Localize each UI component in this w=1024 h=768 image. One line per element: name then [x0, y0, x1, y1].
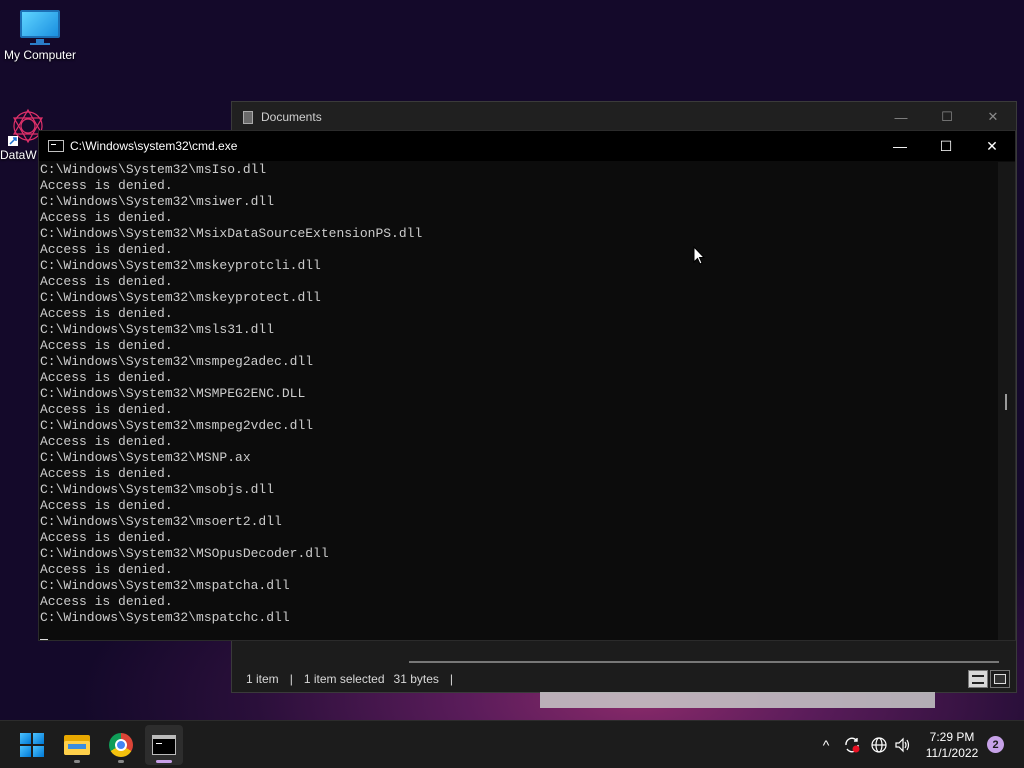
taskbar: ^ 7:29 PM 11/1/2022 2	[0, 720, 1024, 768]
console-line: C:\Windows\System32\mskeyprotect.dll	[40, 290, 321, 305]
maximize-button[interactable]: ☐	[924, 102, 970, 132]
background-dialog	[540, 692, 935, 708]
terminal-icon	[152, 735, 176, 755]
desktop-icon-my-computer[interactable]: My Computer	[0, 10, 80, 62]
item-count: 1 item	[246, 672, 279, 686]
folder-icon	[64, 735, 90, 755]
console-line: Access is denied.	[40, 594, 173, 609]
close-button[interactable]: ✕	[969, 131, 1015, 161]
window-title: C:\Windows\system32\cmd.exe	[70, 139, 238, 153]
console-line: Access is denied.	[40, 178, 173, 193]
status-bar: 1 item | 1 item selected 31 bytes |	[232, 666, 1016, 692]
console-line: C:\Windows\System32\mskeyprotcli.dll	[40, 258, 321, 273]
taskbar-chrome[interactable]	[102, 725, 140, 765]
selection-count: 1 item selected	[303, 672, 385, 686]
console-line: C:\Windows\System32\msmpeg2adec.dll	[40, 354, 314, 369]
mouse-cursor-icon	[693, 246, 705, 265]
taskbar-terminal[interactable]	[145, 725, 183, 765]
console-line: Access is denied.	[40, 562, 173, 577]
taskbar-clock[interactable]: 7:29 PM 11/1/2022	[922, 729, 982, 761]
clock-time: 7:29 PM	[929, 730, 975, 744]
text-cursor	[40, 639, 48, 640]
console-line: C:\Windows\System32\msIso.dll	[40, 162, 267, 177]
show-hidden-icons-chevron-icon[interactable]: ^	[816, 735, 836, 755]
cmd-title-bar[interactable]: C:\Windows\system32\cmd.exe — ☐ ✕	[39, 131, 1015, 161]
console-line: C:\Windows\System32\MSMPEG2ENC.DLL	[40, 386, 306, 401]
clock-date: 11/1/2022	[925, 746, 979, 760]
console-line: Access is denied.	[40, 306, 173, 321]
window-title: Documents	[261, 110, 322, 124]
close-button[interactable]: ✕	[970, 102, 1016, 132]
notification-badge[interactable]: 2	[987, 736, 1004, 753]
chrome-icon	[109, 733, 133, 757]
console-line: C:\Windows\System32\MSNP.ax	[40, 450, 251, 465]
network-globe-icon[interactable]	[869, 735, 889, 755]
console-line: C:\Windows\System32\msobjs.dll	[40, 482, 275, 497]
volume-icon[interactable]	[893, 735, 913, 755]
console-line: C:\Windows\System32\msmpeg2vdec.dll	[40, 418, 314, 433]
minimize-button[interactable]: —	[877, 131, 923, 161]
console-line: Access is denied.	[40, 242, 173, 257]
status-separator: |	[289, 672, 293, 686]
preview-view-button[interactable]	[990, 670, 1010, 688]
active-indicator	[156, 760, 172, 763]
document-icon	[243, 110, 253, 124]
console-line: C:\Windows\System32\MsixDataSourceExtens…	[40, 226, 423, 241]
console-line: Access is denied.	[40, 402, 173, 417]
maximize-button[interactable]: ☐	[923, 131, 969, 161]
details-view-button[interactable]	[968, 670, 988, 688]
console-line: Access is denied.	[40, 274, 173, 289]
console-prompt-line	[40, 626, 999, 640]
selection-size: 31 bytes	[393, 672, 439, 686]
console-line: Access is denied.	[40, 466, 173, 481]
cmd-window[interactable]: C:\Windows\system32\cmd.exe — ☐ ✕ C:\Win…	[38, 130, 1016, 641]
horizontal-scrollbar[interactable]	[409, 661, 999, 663]
taskbar-file-explorer[interactable]	[58, 725, 96, 765]
status-separator: |	[449, 672, 454, 686]
console-line: Access is denied.	[40, 498, 173, 513]
preview-view-icon	[994, 674, 1006, 684]
console-line: C:\Windows\System32\msls31.dll	[40, 322, 275, 337]
computer-icon	[18, 10, 62, 45]
cmd-icon	[48, 140, 64, 152]
start-button[interactable]	[13, 725, 51, 765]
windows-logo-icon	[20, 733, 44, 757]
running-indicator	[74, 760, 80, 763]
console-line: C:\Windows\System32\mspatchc.dll	[40, 610, 290, 625]
console-line: Access is denied.	[40, 210, 173, 225]
sync-icon[interactable]	[842, 735, 862, 755]
details-view-icon	[972, 674, 984, 684]
console-line: C:\Windows\System32\msiwer.dll	[40, 194, 275, 209]
console-line: C:\Windows\System32\MSOpusDecoder.dll	[40, 546, 329, 561]
console-line: Access is denied.	[40, 338, 173, 353]
console-line: C:\Windows\System32\msoert2.dll	[40, 514, 282, 529]
console-line: Access is denied.	[40, 434, 173, 449]
running-indicator	[118, 760, 124, 763]
desktop-icon-label: My Computer	[3, 48, 77, 62]
console-line: Access is denied.	[40, 530, 173, 545]
console-line: C:\Windows\System32\mspatcha.dll	[40, 578, 290, 593]
documents-title-bar[interactable]: Documents — ☐ ✕	[232, 102, 1016, 132]
console-line: Access is denied.	[40, 370, 173, 385]
minimize-button[interactable]: —	[878, 102, 924, 132]
console-output[interactable]: C:\Windows\System32\msIso.dll Access is d…	[39, 162, 999, 640]
scrollbar-thumb[interactable]	[1005, 394, 1007, 410]
vertical-scrollbar[interactable]	[998, 162, 1015, 640]
